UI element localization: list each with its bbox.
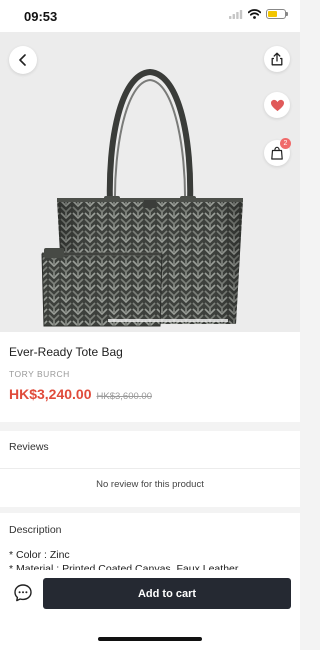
back-button[interactable] xyxy=(9,46,37,74)
description-line: * Color : Zinc xyxy=(9,549,70,561)
share-button[interactable] xyxy=(264,46,290,72)
share-icon xyxy=(271,52,283,66)
status-icons xyxy=(229,9,288,19)
description-heading: Description xyxy=(9,524,62,536)
favorite-button[interactable] xyxy=(264,92,290,118)
product-brand[interactable]: TORY BURCH xyxy=(9,369,70,379)
battery-icon xyxy=(266,9,288,19)
sale-price: HK$3,240.00 xyxy=(9,386,92,402)
chat-button[interactable] xyxy=(13,583,33,603)
product-image[interactable]: 2 xyxy=(0,32,300,332)
back-icon xyxy=(19,54,26,66)
wifi-icon xyxy=(248,9,261,19)
home-indicator xyxy=(98,637,202,641)
reviews-section: Reviews No review for this product xyxy=(0,431,300,507)
cart-button[interactable]: 2 xyxy=(264,138,291,166)
reviews-heading: Reviews xyxy=(9,441,49,453)
add-to-cart-button[interactable]: Add to cart xyxy=(43,578,291,609)
cart-count-badge: 2 xyxy=(280,138,291,149)
signal-icon xyxy=(229,9,243,19)
bottom-action-bar: Add to cart xyxy=(0,570,300,650)
product-info: Ever-Ready Tote Bag TORY BURCH HK$3,240.… xyxy=(0,332,300,422)
tote-bag-illustration xyxy=(41,68,243,327)
price-row: HK$3,240.00 HK$3,600.00 xyxy=(9,386,152,402)
heart-icon xyxy=(270,99,284,111)
status-bar: 09:53 xyxy=(0,0,300,32)
status-time: 09:53 xyxy=(24,9,58,24)
chat-bubble-icon xyxy=(14,584,32,602)
divider xyxy=(0,468,300,469)
no-review-text: No review for this product xyxy=(96,479,204,490)
original-price: HK$3,600.00 xyxy=(96,391,152,402)
product-title: Ever-Ready Tote Bag xyxy=(9,345,123,359)
